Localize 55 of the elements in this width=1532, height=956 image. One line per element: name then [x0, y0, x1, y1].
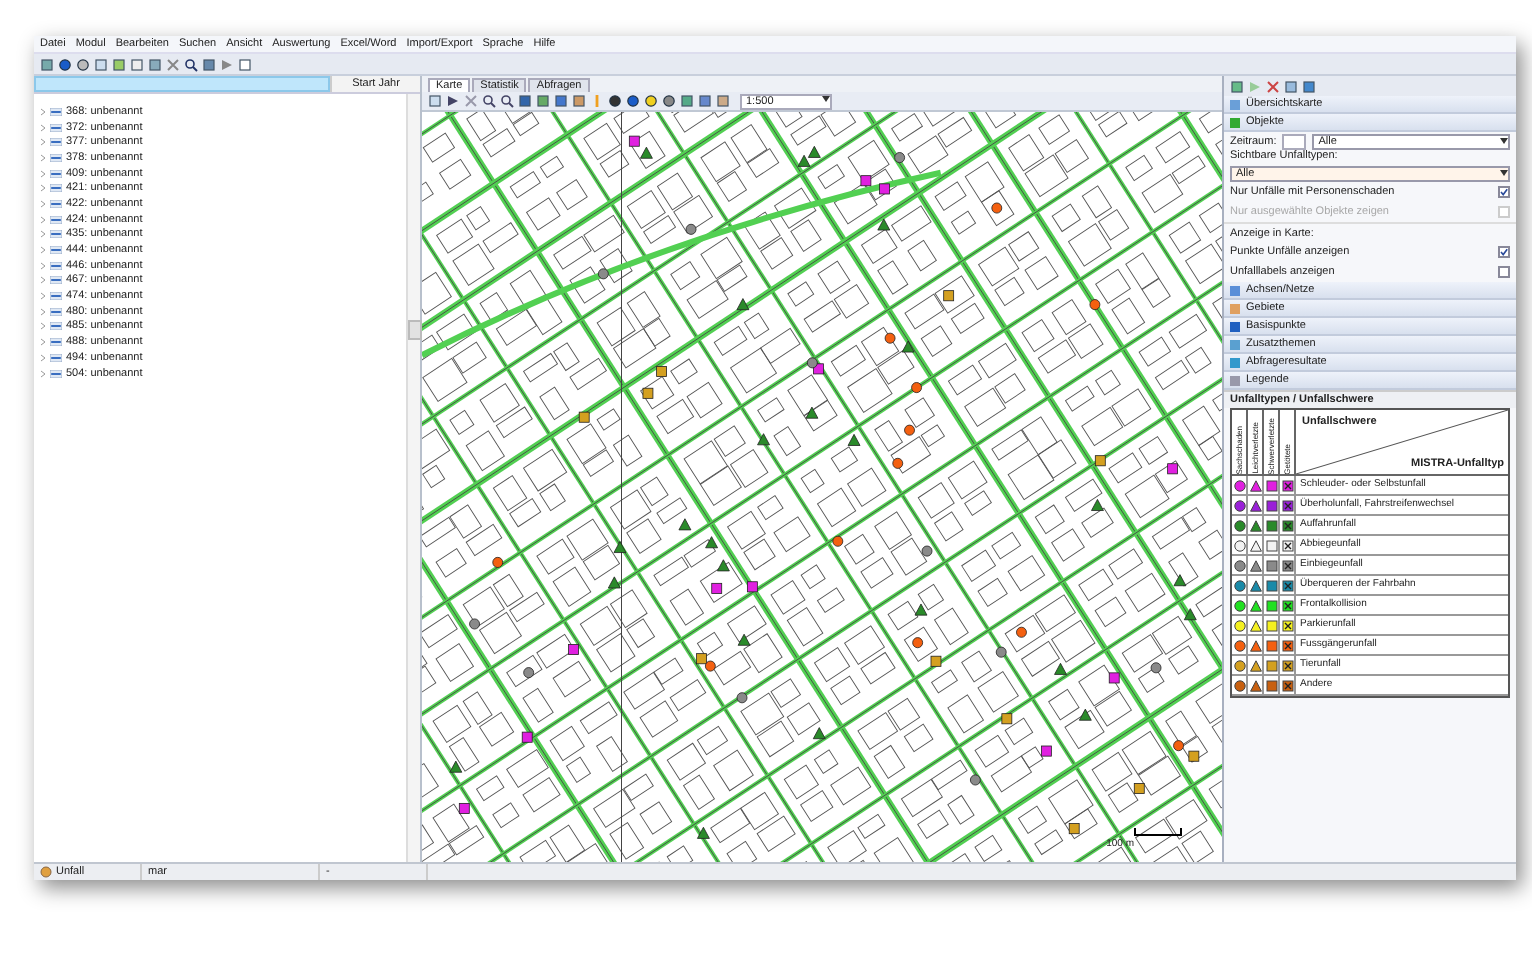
square-icon[interactable] — [698, 94, 712, 108]
square-icon[interactable] — [40, 57, 54, 71]
list-icon — [50, 123, 62, 132]
list-icon — [50, 261, 62, 270]
list-icon — [50, 338, 62, 347]
list-icon — [50, 138, 62, 147]
list-icon — [50, 230, 62, 239]
list-icon — [50, 199, 62, 208]
square-icon[interactable] — [1284, 79, 1298, 93]
square-icon[interactable] — [1230, 79, 1244, 93]
scale-bar-icon — [1134, 828, 1182, 836]
square-icon[interactable] — [238, 57, 252, 71]
list-icon — [50, 292, 62, 301]
search-icon[interactable] — [184, 57, 198, 71]
status-icon — [40, 866, 52, 878]
circle-icon[interactable] — [626, 94, 640, 108]
circle-icon[interactable] — [644, 94, 658, 108]
checkbox[interactable] — [1498, 185, 1510, 197]
circle-icon[interactable] — [662, 94, 676, 108]
filter-field[interactable] — [34, 76, 330, 92]
list-icon — [50, 369, 62, 378]
caret-icon — [1500, 170, 1508, 176]
zoom-icon[interactable] — [500, 94, 514, 108]
checkbox[interactable] — [1498, 265, 1510, 277]
caret-icon — [1500, 138, 1508, 144]
list-icon — [50, 153, 62, 162]
close-icon[interactable] — [1266, 79, 1280, 93]
list-icon — [50, 276, 62, 285]
square-icon[interactable] — [130, 57, 144, 71]
list-icon — [50, 169, 62, 178]
list-icon — [50, 322, 62, 331]
square-icon[interactable] — [112, 57, 126, 71]
list-icon — [50, 307, 62, 316]
checkbox[interactable] — [1498, 245, 1510, 257]
square-icon[interactable] — [536, 94, 550, 108]
list-icon — [50, 246, 62, 255]
scrollbar[interactable] — [406, 94, 420, 862]
circle-icon[interactable] — [76, 57, 90, 71]
input-field[interactable] — [1282, 133, 1307, 149]
arrow-icon[interactable] — [220, 57, 234, 71]
square-icon[interactable] — [1302, 79, 1316, 93]
square-icon[interactable] — [202, 57, 216, 71]
search-icon[interactable] — [482, 94, 496, 108]
circle-icon[interactable] — [58, 57, 72, 71]
list-icon — [50, 107, 62, 116]
circle-icon[interactable] — [608, 94, 622, 108]
square-icon[interactable] — [148, 57, 162, 71]
list-icon — [50, 184, 62, 193]
square-icon[interactable] — [572, 94, 586, 108]
square-icon[interactable] — [554, 94, 568, 108]
square-icon[interactable] — [518, 94, 532, 108]
list-icon — [50, 353, 62, 362]
list-icon — [50, 215, 62, 224]
square-icon[interactable] — [680, 94, 694, 108]
square-icon[interactable] — [716, 94, 730, 108]
